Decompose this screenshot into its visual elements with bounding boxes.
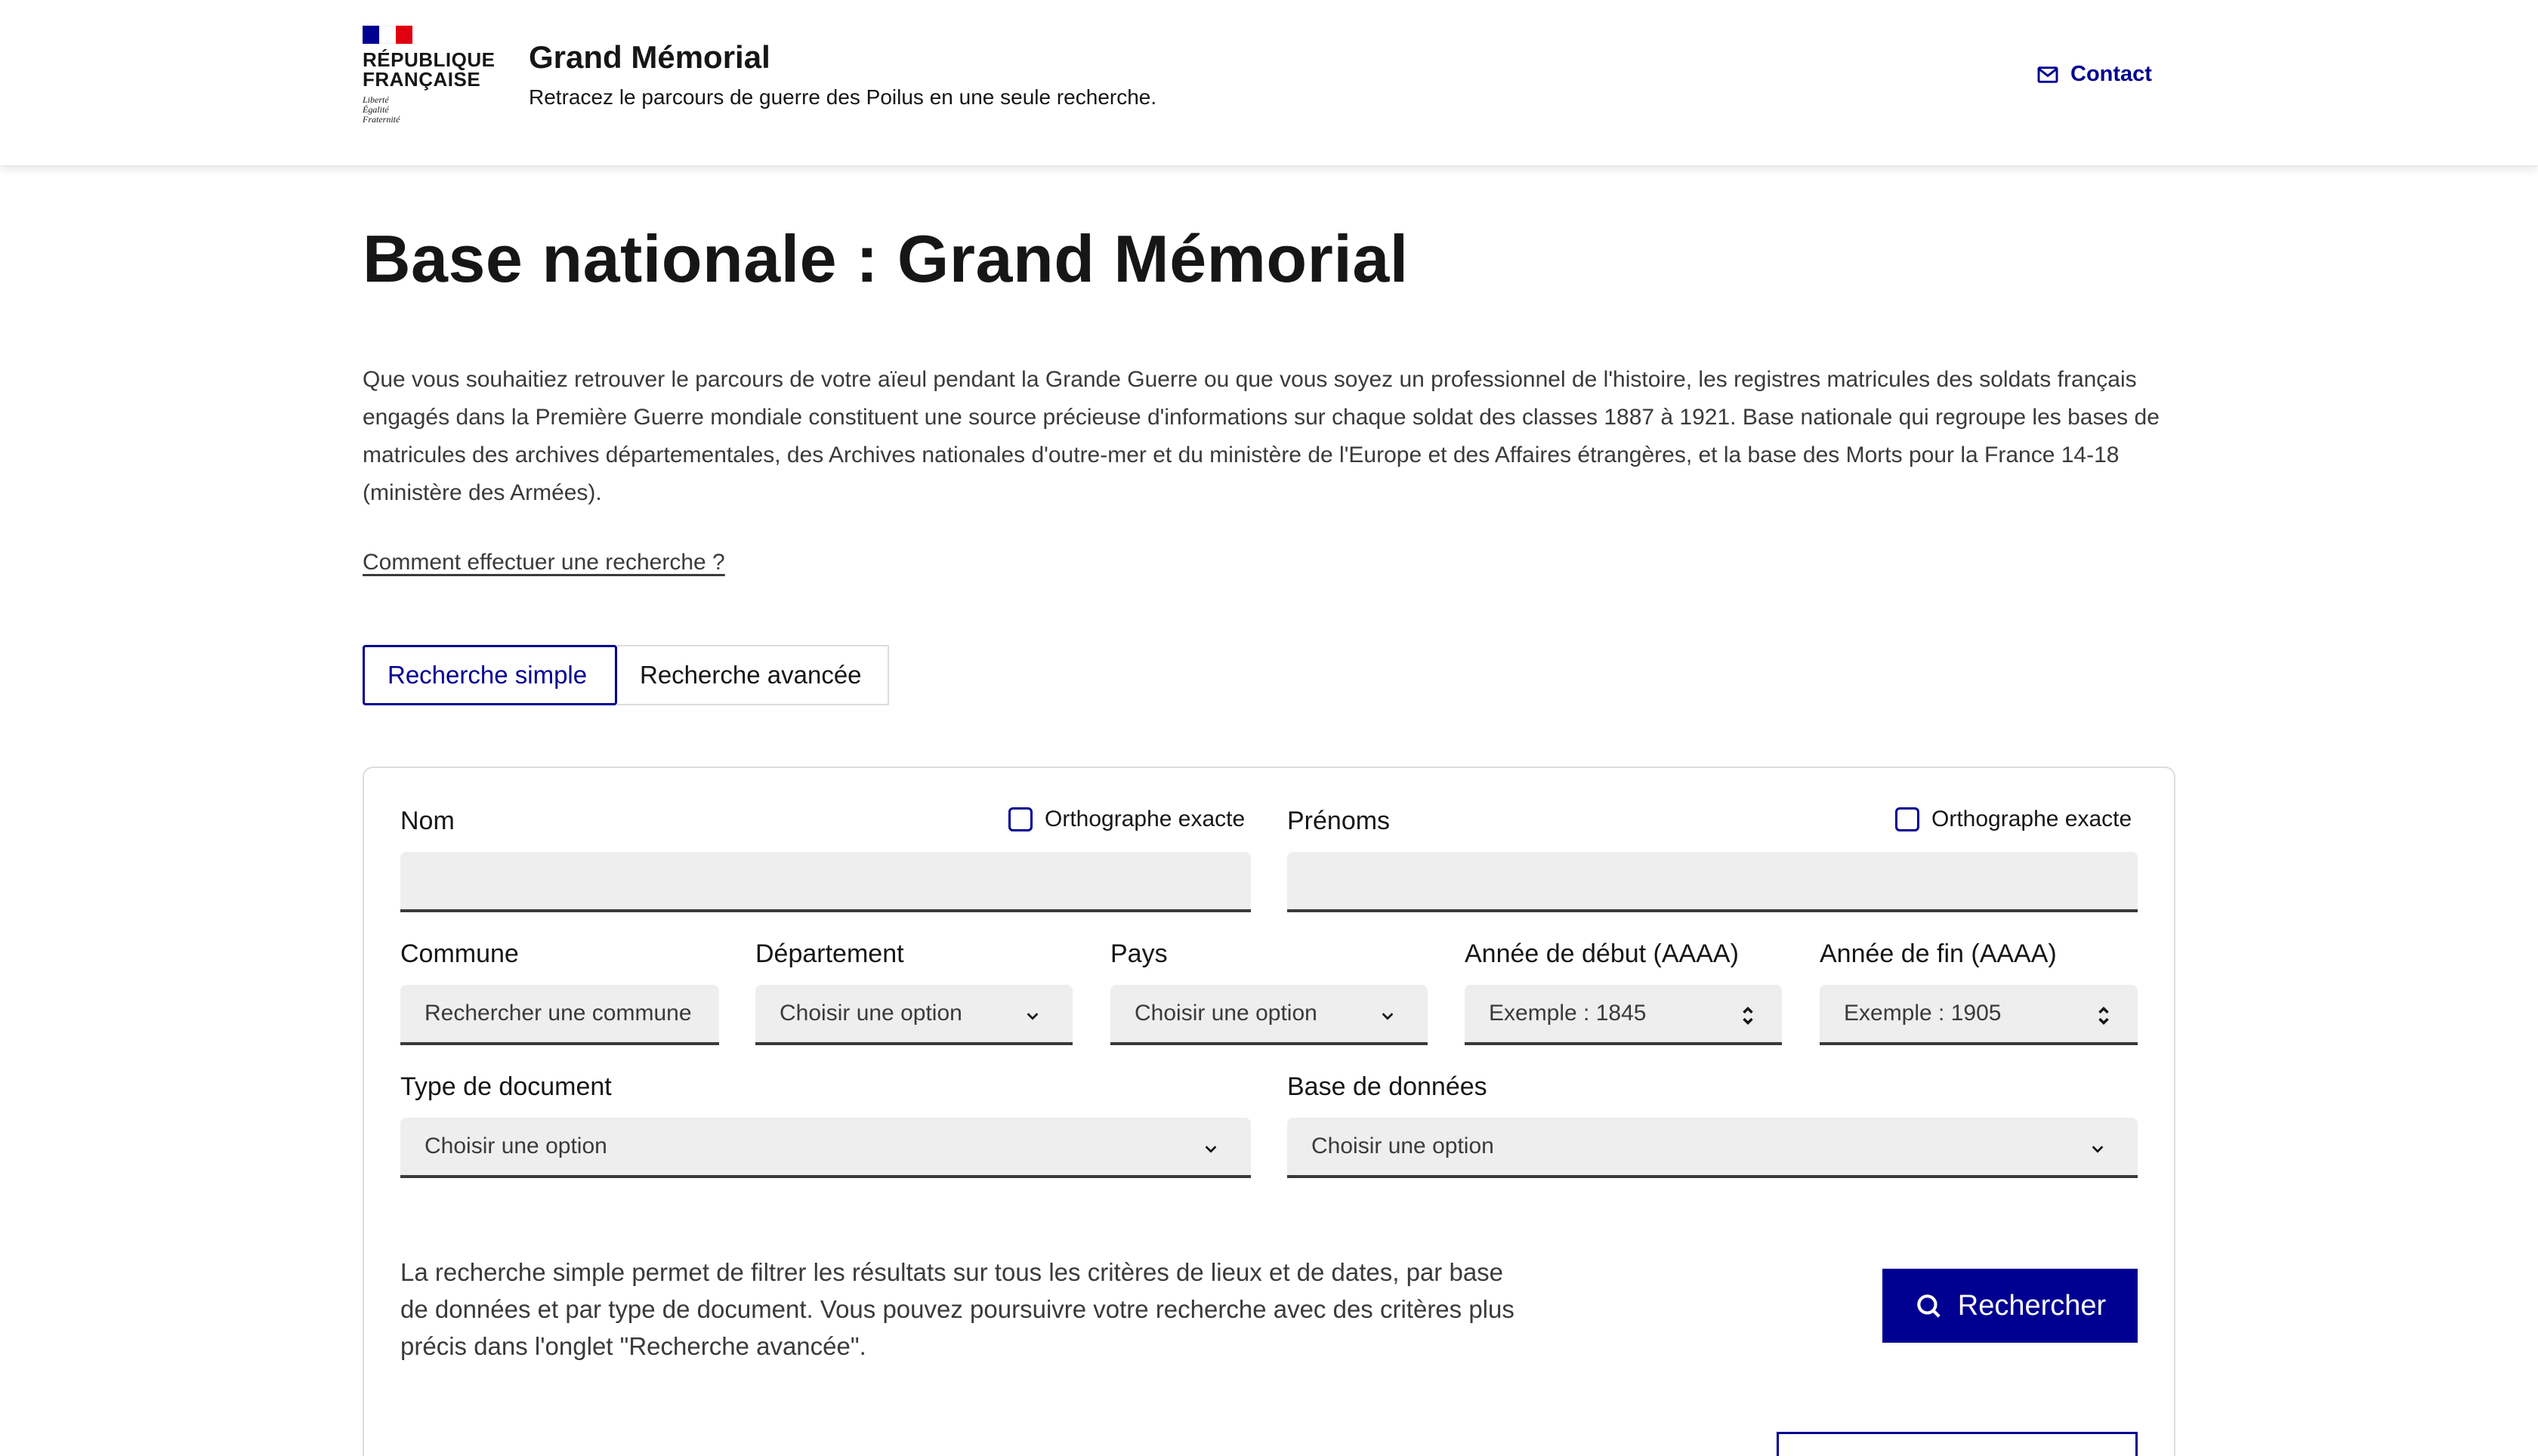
tab-recherche-avancee[interactable]: Recherche avancée — [617, 645, 889, 705]
chevron-down-icon — [1027, 1013, 1039, 1020]
chevron-down-icon — [2092, 1146, 2104, 1153]
chevron-down-icon — [1382, 1013, 1394, 1020]
republique-francaise-logo[interactable]: RÉPUBLIQUE FRANÇAISE Liberté Égalité Fra… — [363, 26, 496, 139]
logo-text: RÉPUBLIQUE FRANÇAISE — [363, 48, 496, 91]
number-spinner-icon[interactable] — [2095, 1003, 2112, 1029]
logo-devise: Liberté Égalité Fraternité — [363, 95, 483, 125]
annee-debut-input[interactable]: Exemple : 1845 — [1465, 985, 1782, 1045]
annee-debut-placeholder: Exemple : 1845 — [1489, 1001, 1647, 1026]
nom-label: Nom — [400, 807, 455, 835]
prenoms-exact-checkbox[interactable]: Orthographe exacte — [1895, 807, 2132, 832]
departement-label: Département — [755, 939, 904, 968]
search-button-label: Rechercher — [1957, 1289, 2107, 1322]
howto-link[interactable]: Comment effectuer une recherche ? — [363, 550, 725, 575]
departement-selected: Choisir une option — [780, 1001, 962, 1026]
type-document-select[interactable]: Choisir une option — [400, 1118, 1251, 1178]
annee-fin-label: Année de fin (AAAA) — [1820, 939, 2057, 968]
prenoms-label: Prénoms — [1287, 807, 1391, 835]
nom-exact-label: Orthographe exacte — [1045, 807, 1246, 831]
logo-line-2: FRANÇAISE — [363, 68, 481, 91]
devise-fraternite: Fraternité — [363, 114, 400, 125]
site-title[interactable]: Grand Mémorial — [529, 39, 770, 76]
contact-label: Contact — [2070, 62, 2152, 86]
type-document-selected: Choisir une option — [425, 1134, 607, 1158]
marianne-flag-icon — [363, 26, 412, 44]
commune-input[interactable]: Rechercher une commune — [400, 985, 719, 1045]
search-help-text: La recherche simple permet de filtrer le… — [400, 1258, 1514, 1360]
secondary-button[interactable] — [1777, 1432, 2138, 1456]
annee-fin-input[interactable]: Exemple : 1905 — [1820, 985, 2138, 1045]
pays-selected: Choisir une option — [1135, 1001, 1317, 1026]
logo-line-1: RÉPUBLIQUE — [363, 48, 496, 71]
page-title: Base nationale : Grand Mémorial — [363, 221, 1409, 296]
site-tagline: Retracez le parcours de guerre des Poilu… — [529, 85, 1157, 109]
number-spinner-icon[interactable] — [1740, 1003, 1756, 1029]
search-button[interactable]: Rechercher — [1882, 1269, 2138, 1343]
base-donnees-label: Base de données — [1287, 1072, 1487, 1101]
tab-recherche-simple[interactable]: Recherche simple — [363, 645, 617, 705]
pays-select[interactable]: Choisir une option — [1110, 985, 1428, 1045]
search-icon — [1917, 1294, 1941, 1318]
nom-input[interactable] — [400, 852, 1251, 912]
type-document-label: Type de document — [400, 1072, 612, 1101]
annee-debut-label: Année de début (AAAA) — [1465, 939, 1739, 968]
site-header: RÉPUBLIQUE FRANÇAISE Liberté Égalité Fra… — [0, 0, 2538, 166]
contact-link[interactable]: Contact — [2036, 62, 2152, 87]
mail-icon — [2037, 66, 2058, 83]
intro-paragraph: Que vous souhaitiez retrouver le parcour… — [363, 367, 2160, 505]
checkbox-box[interactable] — [1895, 807, 1919, 831]
commune-placeholder: Rechercher une commune — [425, 1001, 692, 1026]
search-tabs: Recherche simple Recherche avancée — [363, 645, 889, 705]
commune-label: Commune — [400, 939, 519, 968]
pays-label: Pays — [1110, 939, 1168, 968]
nom-exact-checkbox[interactable]: Orthographe exacte — [1008, 807, 1245, 832]
base-donnees-select[interactable]: Choisir une option — [1287, 1118, 2138, 1178]
checkbox-box[interactable] — [1008, 807, 1033, 831]
prenoms-exact-label: Orthographe exacte — [1931, 807, 2132, 831]
departement-select[interactable]: Choisir une option — [755, 985, 1073, 1045]
chevron-down-icon — [1205, 1146, 1217, 1153]
prenoms-input[interactable] — [1287, 852, 2138, 912]
annee-fin-placeholder: Exemple : 1905 — [1844, 1001, 2002, 1026]
base-donnees-selected: Choisir une option — [1311, 1134, 1494, 1158]
